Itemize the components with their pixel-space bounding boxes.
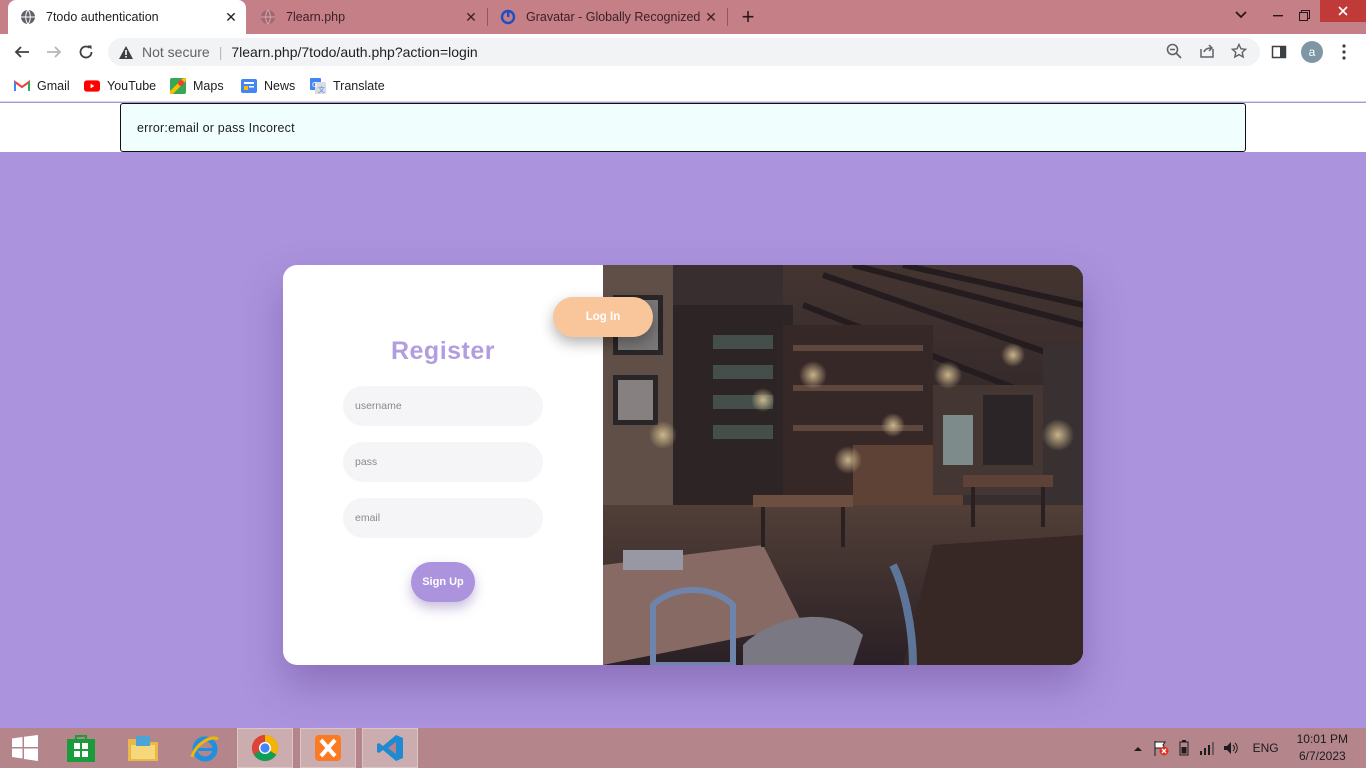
svg-text:G: G (312, 81, 317, 89)
url-separator: | (218, 44, 223, 60)
minimize-button[interactable] (1266, 0, 1290, 30)
sign-up-button[interactable]: Sign Up (411, 562, 475, 602)
tab-gravatar[interactable]: Gravatar - Globally Recognized A ✕ (488, 0, 726, 34)
share-icon[interactable] (1199, 43, 1215, 59)
windows-logo-icon (12, 735, 38, 761)
bookmark-translate[interactable]: G文 Translate (310, 76, 385, 96)
clock-time: 10:01 PM (1296, 732, 1348, 746)
restaurant-photo (603, 265, 1083, 665)
taskbar-store[interactable] (53, 728, 109, 768)
tab-7learn[interactable]: 7learn.php ✕ (248, 0, 486, 34)
restore-button[interactable] (1292, 0, 1316, 30)
email-input[interactable] (343, 498, 543, 538)
register-title: Register (390, 337, 496, 365)
language-indicator[interactable]: ENG (1253, 741, 1279, 755)
internet-explorer-icon (190, 733, 220, 763)
system-tray: ENG 10:01 PM 6/7/2023 (1133, 728, 1366, 768)
warning-icon[interactable] (118, 45, 134, 60)
close-tab-icon[interactable]: ✕ (700, 6, 722, 28)
gravatar-icon (500, 9, 516, 25)
store-icon (66, 733, 96, 763)
globe-icon (260, 9, 276, 25)
close-tab-icon[interactable]: ✕ (460, 6, 482, 28)
svg-text:文: 文 (318, 85, 325, 94)
chrome-icon (250, 733, 280, 763)
xampp-icon (313, 733, 343, 763)
show-hidden-icons-chevron-icon[interactable] (1133, 741, 1143, 755)
taskbar-vscode[interactable] (362, 728, 418, 768)
tab-strip: 7todo authentication ✕ 7learn.php ✕ Grav… (0, 0, 1366, 34)
error-alert: error:email or pass Incorect (120, 103, 1246, 152)
username-input[interactable] (343, 386, 543, 426)
folder-icon (127, 734, 159, 762)
close-window-button[interactable] (1320, 0, 1366, 22)
auth-card: Register Sign Up (283, 265, 1083, 665)
start-button[interactable] (0, 728, 50, 768)
bookmark-label: Translate (333, 79, 385, 93)
error-alert-text: error:email or pass Incorect (137, 120, 295, 135)
action-center-flag-icon[interactable] (1153, 740, 1169, 756)
close-tab-icon[interactable]: ✕ (220, 6, 242, 28)
bookmark-label: YouTube (107, 79, 157, 93)
bookmark-label: News (264, 79, 296, 93)
tab-title: 7learn.php (286, 10, 346, 24)
bookmark-label: Maps (193, 79, 224, 93)
profile-initial: a (1301, 41, 1323, 63)
bookmarks-bar: Gmail YouTube Maps News G文 Translate (0, 70, 1366, 102)
zoom-icon[interactable] (1166, 43, 1182, 59)
tab-7todo-authentication[interactable]: 7todo authentication ✕ (8, 0, 246, 34)
taskbar-file-explorer[interactable] (115, 728, 171, 768)
taskbar-internet-explorer[interactable] (177, 728, 233, 768)
clock[interactable]: 10:01 PM 6/7/2023 (1297, 731, 1348, 765)
translate-icon: G文 (310, 78, 326, 94)
security-label[interactable]: Not secure (142, 44, 210, 60)
reload-icon[interactable] (74, 40, 98, 64)
new-tab-button[interactable]: + (735, 2, 761, 32)
bookmark-news[interactable]: News (241, 76, 295, 96)
address-bar[interactable]: Not secure | 7learn.php/7todo/auth.php?a… (108, 38, 1260, 66)
taskbar-chrome[interactable] (237, 728, 293, 768)
globe-icon (20, 9, 36, 25)
url-text[interactable]: 7learn.php/7todo/auth.php?action=login (231, 44, 477, 60)
windows-taskbar: ENG 10:01 PM 6/7/2023 (0, 728, 1366, 768)
log-in-button[interactable]: Log In (553, 297, 653, 337)
side-panel-icon[interactable] (1267, 40, 1291, 64)
youtube-icon (84, 78, 100, 94)
volume-icon[interactable] (1223, 741, 1239, 755)
news-icon (241, 78, 257, 94)
forward-arrow-icon[interactable] (42, 40, 66, 64)
tab-search-chevron-icon[interactable] (1228, 0, 1254, 30)
clock-date: 6/7/2023 (1298, 749, 1346, 763)
back-arrow-icon[interactable] (10, 40, 34, 64)
bookmark-youtube[interactable]: YouTube (84, 76, 156, 96)
tab-title: 7todo authentication (46, 10, 159, 24)
bookmark-maps[interactable]: Maps (170, 76, 224, 96)
network-signal-icon[interactable] (1199, 741, 1215, 755)
vscode-icon (375, 733, 405, 763)
bookmark-label: Gmail (37, 79, 70, 93)
maps-icon (170, 78, 186, 94)
menu-dots-icon[interactable] (1332, 40, 1356, 64)
browser-toolbar: Not secure | 7learn.php/7todo/auth.php?a… (0, 34, 1366, 70)
tab-separator (727, 8, 728, 26)
bookmark-gmail[interactable]: Gmail (14, 76, 70, 96)
gmail-icon (14, 78, 30, 94)
taskbar-xampp[interactable] (300, 728, 356, 768)
pass-input[interactable] (343, 442, 543, 482)
bookmark-star-icon[interactable] (1231, 43, 1247, 59)
profile-avatar[interactable]: a (1300, 40, 1324, 64)
tab-title: Gravatar - Globally Recognized A (526, 10, 700, 24)
battery-icon[interactable] (1177, 740, 1191, 756)
